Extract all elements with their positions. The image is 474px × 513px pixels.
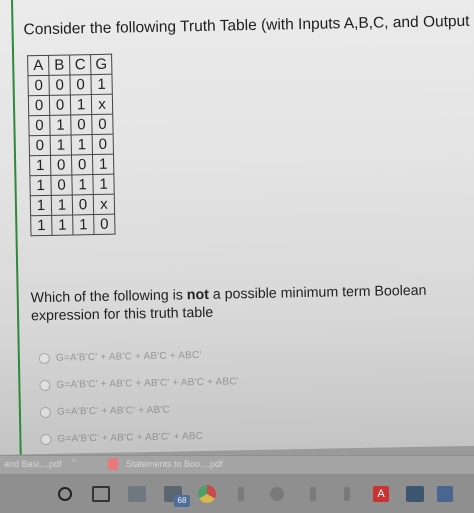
header-b: B	[48, 54, 70, 76]
option-label: G=A'B'C' + AB'C' + AB'C	[56, 404, 171, 418]
cell: x	[93, 194, 115, 215]
answer-option[interactable]: G=A'B'C' + AB'C + AB'C' + AB'C + ABC'	[39, 368, 239, 399]
cell: 0	[93, 214, 116, 235]
chrome-icon[interactable]	[198, 485, 216, 503]
answer-option[interactable]: G=A'B'C' + AB'C' + AB'C	[39, 395, 240, 426]
radio-button[interactable]	[39, 379, 51, 392]
cell: 0	[70, 114, 93, 135]
answer-options: G=A'B'C' + AB'C + AB'C + ABC' G=A'B'C' +…	[38, 341, 241, 453]
cell: 1	[71, 134, 93, 155]
quiz-page: Consider the following Truth Table (with…	[0, 0, 474, 455]
cell: 0	[50, 154, 72, 176]
option-label: G=A'B'C' + AB'C + AB'C + ABC'	[55, 350, 202, 364]
cell: 1	[29, 155, 51, 176]
cell: 0	[28, 95, 50, 116]
cell: 1	[90, 74, 113, 95]
cell: 1	[49, 114, 72, 136]
paint-icon[interactable]	[304, 485, 322, 503]
search-circle-icon[interactable]	[56, 485, 74, 503]
table-row: 1110	[30, 214, 116, 236]
cell: 1	[72, 214, 95, 235]
app-icon[interactable]	[338, 485, 356, 503]
task-view-icon[interactable]	[92, 485, 110, 503]
table-row: 1011	[29, 174, 115, 196]
cell: 1	[70, 94, 92, 115]
table-row: 0110	[29, 134, 114, 156]
calendar-icon[interactable]	[436, 485, 454, 503]
cell: 1	[92, 174, 115, 195]
table-row: 0001	[27, 74, 113, 96]
image-viewer-icon[interactable]	[406, 485, 424, 503]
cell: 1	[71, 174, 94, 195]
prompt-emphasis: not	[186, 286, 210, 304]
cell: 1	[92, 154, 114, 175]
cell: 0	[91, 114, 114, 135]
cell: 0	[27, 75, 50, 96]
table-row: 110x	[30, 194, 115, 216]
table-row: 0100	[28, 114, 114, 136]
cell: 0	[29, 135, 51, 156]
file-explorer-icon[interactable]	[128, 485, 146, 503]
cell: 1	[30, 195, 52, 216]
cell: 0	[50, 174, 73, 196]
question-title: Consider the following Truth Table (with…	[23, 12, 474, 39]
option-label: G=A'B'C' + AB'C + AB'C' + ABC	[57, 430, 204, 445]
truth-table: A B C G 0001 001x 0100 0110 1001 1011 11…	[27, 54, 116, 237]
prompt-text-before: Which of the following is	[30, 287, 187, 307]
pen-icon[interactable]	[232, 485, 250, 503]
radio-button[interactable]	[38, 352, 50, 365]
cell: 0	[28, 115, 51, 136]
page-divider	[10, 0, 22, 455]
table-row: 1001	[29, 154, 114, 176]
radio-button[interactable]	[40, 433, 52, 446]
settings-icon[interactable]	[268, 485, 286, 503]
header-c: C	[69, 54, 91, 75]
cell: 1	[29, 175, 52, 196]
chevron-up-icon[interactable]: ^	[72, 457, 76, 467]
download-bar: and Basi....pdf ^ Statements to Boo....p…	[0, 456, 474, 474]
acrobat-icon[interactable]: A	[372, 485, 390, 503]
cell: 1	[51, 214, 74, 236]
truth-table-header-row: A B C G	[27, 54, 112, 76]
download-item-1[interactable]: and Basi....pdf	[4, 459, 62, 469]
cell: 0	[72, 194, 94, 215]
cell: 0	[49, 94, 71, 116]
answer-option[interactable]: G=A'B'C' + AB'C + AB'C + ABC'	[38, 341, 239, 372]
cell: 1	[51, 194, 73, 216]
cell: 0	[69, 74, 92, 95]
header-a: A	[27, 55, 49, 76]
cell: x	[91, 94, 113, 115]
table-row: 001x	[28, 94, 113, 116]
cell: 0	[92, 134, 114, 155]
header-g: G	[90, 54, 112, 75]
cell: 1	[50, 134, 72, 156]
cell: 0	[48, 74, 71, 96]
question-prompt: Which of the following is not a possible…	[31, 281, 472, 325]
answer-option[interactable]: G=A'B'C' + AB'C + AB'C' + ABC	[40, 422, 240, 453]
option-label: G=A'B'C' + AB'C + AB'C' + AB'C + ABC'	[56, 376, 239, 391]
cell: 1	[30, 215, 53, 236]
cell: 0	[71, 154, 93, 175]
download-item-2[interactable]: Statements to Boo....pdf	[126, 459, 223, 469]
radio-button[interactable]	[39, 406, 52, 419]
pdf-file-icon	[108, 458, 118, 470]
notification-badge: 68	[174, 495, 190, 507]
